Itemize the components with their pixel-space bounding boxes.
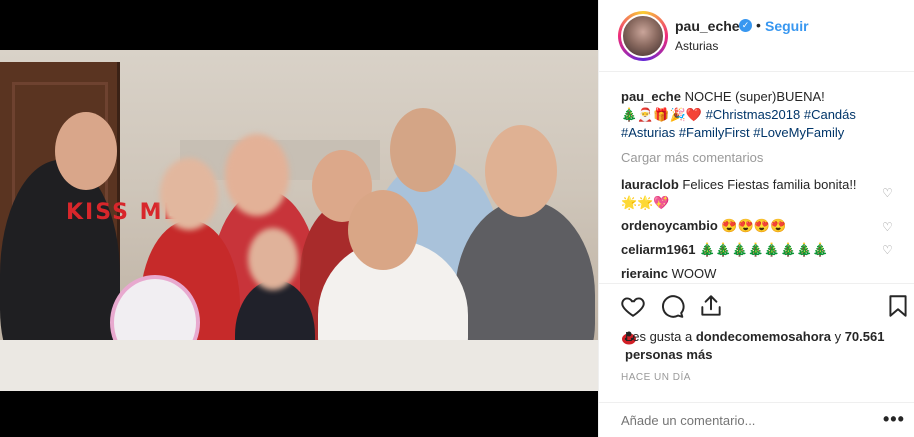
hashtag-link[interactable]: #LoveMyFamily bbox=[753, 125, 844, 140]
photo-face bbox=[485, 125, 557, 217]
photo-face bbox=[55, 112, 117, 190]
header-username[interactable]: pau_eche bbox=[675, 18, 740, 34]
caption-username[interactable]: pau_eche bbox=[621, 89, 681, 104]
add-comment-bar: ••• bbox=[599, 402, 914, 437]
liker-username[interactable]: dondecomemosahora bbox=[696, 329, 831, 344]
add-comment-input[interactable] bbox=[621, 413, 851, 428]
hashtag-link[interactable]: #Candás bbox=[804, 107, 856, 122]
instagram-post: KISS ME pau_eche ✓ • Seguir Asturias pau… bbox=[0, 0, 914, 437]
comment: celiarm1961 🎄🎄🎄🎄🎄🎄🎄🎄 bbox=[621, 241, 871, 259]
avatar[interactable] bbox=[618, 11, 668, 61]
comment-like-heart-icon[interactable]: ♡ bbox=[882, 220, 894, 234]
post-sidebar: pau_eche ✓ • Seguir Asturias pau_eche NO… bbox=[598, 0, 914, 437]
post-actions: Les gusta a dondecomemosahora y 70.561 p… bbox=[599, 283, 914, 393]
hashtag-link[interactable]: #Christmas2018 bbox=[706, 107, 801, 122]
comment-username[interactable]: celiarm1961 bbox=[621, 242, 695, 257]
likes-summary: Les gusta a dondecomemosahora y 70.561 p… bbox=[625, 328, 895, 364]
comment-username[interactable]: lauraclob bbox=[621, 177, 679, 192]
post-timestamp[interactable]: HACE UN DÍA bbox=[621, 372, 691, 383]
photo-face bbox=[348, 190, 418, 270]
verified-badge-icon: ✓ bbox=[739, 19, 752, 32]
caption: pau_eche NOCHE (super)BUENA! 🎄🎅🎁🎉❤️ #Chr… bbox=[621, 88, 901, 142]
location-link[interactable]: Asturias bbox=[675, 39, 718, 53]
separator-dot: • bbox=[756, 17, 761, 33]
comment-text: 🎄🎄🎄🎄🎄🎄🎄🎄 bbox=[699, 242, 829, 257]
post-media: KISS ME bbox=[0, 0, 598, 437]
avatar-image bbox=[621, 14, 665, 58]
hashtag-link[interactable]: #Asturias bbox=[621, 125, 675, 140]
photo-table bbox=[0, 340, 598, 391]
comment-username[interactable]: rierainc bbox=[621, 266, 668, 281]
comment-bubble-icon[interactable] bbox=[659, 293, 685, 319]
comment-username[interactable]: ordenoycambio bbox=[621, 218, 718, 233]
comment-like-heart-icon[interactable]: ♡ bbox=[882, 243, 894, 257]
likes-prefix: Les gusta a bbox=[625, 329, 693, 344]
follow-button[interactable]: Seguir bbox=[765, 18, 809, 34]
comment-text: 😍😍😍😍 bbox=[721, 218, 787, 233]
bookmark-icon[interactable] bbox=[885, 293, 911, 319]
load-more-comments-button[interactable]: Cargar más comentarios bbox=[621, 150, 763, 165]
hashtag-link[interactable]: #FamilyFirst bbox=[679, 125, 750, 140]
comment-like-heart-icon[interactable]: ♡ bbox=[882, 186, 894, 200]
caption-text: NOCHE (super)BUENA! bbox=[684, 89, 825, 104]
post-header: pau_eche ✓ • Seguir Asturias bbox=[599, 0, 914, 72]
photo-face bbox=[390, 108, 456, 192]
post-photo[interactable]: KISS ME bbox=[0, 50, 598, 391]
comment: rierainc WOOW bbox=[621, 265, 871, 283]
photo-face-blurred bbox=[248, 228, 298, 290]
photo-face-blurred bbox=[160, 158, 218, 230]
share-icon[interactable] bbox=[698, 293, 724, 319]
more-options-icon[interactable]: ••• bbox=[883, 409, 905, 430]
likes-connector: y bbox=[834, 329, 842, 344]
photo-face-blurred bbox=[225, 134, 289, 216]
comment: ordenoycambio 😍😍😍😍 bbox=[621, 217, 871, 235]
comment: lauraclob Felices Fiestas familia bonita… bbox=[621, 176, 871, 212]
like-heart-icon[interactable] bbox=[620, 293, 646, 319]
caption-emojis: 🎄🎅🎁🎉❤️ bbox=[621, 107, 702, 122]
comment-text: WOOW bbox=[671, 266, 717, 281]
